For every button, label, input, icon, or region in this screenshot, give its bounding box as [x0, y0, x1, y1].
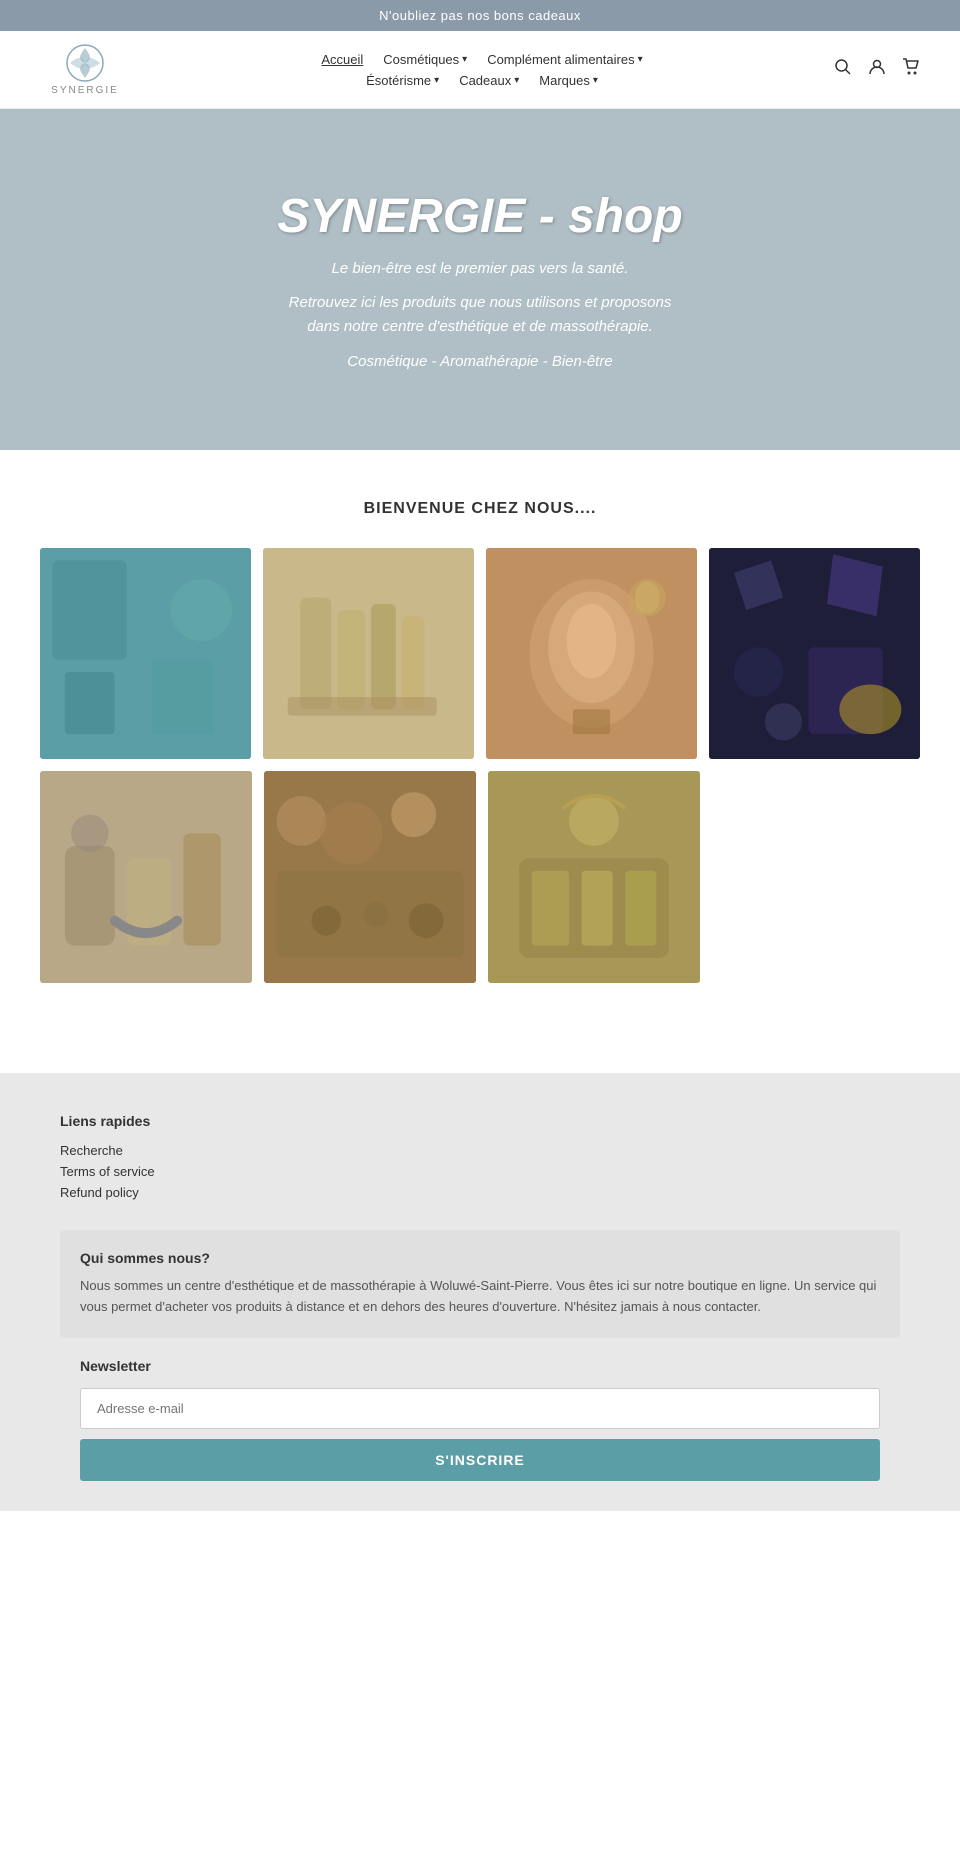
login-button[interactable]: [868, 58, 886, 81]
card-bain-bg: [40, 771, 252, 983]
card-produits-bg: [263, 548, 474, 759]
footer-links-section: Liens rapides Recherche Terms of service…: [60, 1113, 900, 1200]
hero-desc: Retrouvez ici les produits que nous util…: [289, 291, 672, 339]
banner-text: N'oubliez pas nos bons cadeaux: [379, 8, 581, 23]
footer-about: Qui sommes nous? Nous sommes un centre d…: [60, 1230, 900, 1338]
chevron-down-icon: ▾: [638, 54, 643, 65]
footer-link-recherche[interactable]: Recherche: [60, 1143, 900, 1158]
chevron-down-icon: ▾: [593, 75, 598, 86]
cart-button[interactable]: [902, 58, 920, 81]
product-grid-row1: Les bons cadeaux! Les produits: [40, 548, 920, 759]
user-icon: [868, 58, 886, 76]
footer-about-text: Nous sommes un centre d'esthétique et de…: [80, 1276, 880, 1318]
product-card-senteurs[interactable]: Senteurs: [488, 771, 700, 983]
card-decoration-bg: [486, 548, 697, 759]
chevron-down-icon: ▾: [514, 75, 519, 86]
logo-text: SYNERGIE: [51, 85, 119, 96]
nav-cadeaux[interactable]: Cadeaux ▾: [459, 73, 519, 88]
search-button[interactable]: [834, 58, 852, 81]
footer-link-refund[interactable]: Refund policy: [60, 1185, 900, 1200]
product-card-bain[interactable]: Bain - douche: [40, 771, 252, 983]
card-bons-bg: [40, 548, 251, 759]
nav-accueil[interactable]: Accueil: [321, 52, 363, 67]
nav-marques[interactable]: Marques ▾: [539, 73, 598, 88]
product-card-cadeaux[interactable]: Cadeaux: [709, 548, 920, 759]
newsletter-submit-button[interactable]: S'INSCRIRE: [80, 1439, 880, 1481]
footer-link-terms[interactable]: Terms of service: [60, 1164, 900, 1179]
product-grid-row2: Bain - douche Massage: [40, 771, 700, 983]
newsletter-email-input[interactable]: [80, 1388, 880, 1429]
main-nav: Accueil Cosmétiques ▾ Complément aliment…: [130, 52, 834, 88]
card-cadeaux-bg: [709, 548, 920, 759]
logo[interactable]: SYNERGIE: [40, 43, 130, 96]
hero-subtitle: Le bien-être est le premier pas vers la …: [332, 260, 629, 277]
section-title: BIENVENUE CHEZ NOUS....: [40, 500, 920, 518]
product-card-bons-cadeaux[interactable]: Les bons cadeaux!: [40, 548, 251, 759]
footer-about-title: Qui sommes nous?: [80, 1250, 880, 1266]
nav-complement[interactable]: Complément alimentaires ▾: [487, 52, 642, 67]
nav-row-1: Accueil Cosmétiques ▾ Complément aliment…: [321, 52, 642, 67]
top-banner: N'oubliez pas nos bons cadeaux: [0, 0, 960, 31]
logo-icon: [65, 43, 105, 83]
nav-row-2: Ésotérisme ▾ Cadeaux ▾ Marques ▾: [366, 73, 598, 88]
product-card-produits[interactable]: Les produits: [263, 548, 474, 759]
card-massage-bg: [264, 771, 476, 983]
chevron-down-icon: ▾: [462, 54, 467, 65]
hero-tagline: Cosmétique - Aromathérapie - Bien-être: [347, 353, 612, 370]
hero-title: SYNERGIE - shop: [277, 189, 682, 244]
product-card-massage[interactable]: Massage: [264, 771, 476, 983]
header-actions: [834, 58, 920, 81]
cart-icon: [902, 58, 920, 76]
newsletter-title: Newsletter: [80, 1358, 880, 1374]
product-card-decoration[interactable]: Décoration: [486, 548, 697, 759]
footer: Liens rapides Recherche Terms of service…: [0, 1073, 960, 1511]
nav-esoterisme[interactable]: Ésotérisme ▾: [366, 73, 439, 88]
main-content: BIENVENUE CHEZ NOUS.... Les bons cadeaux…: [0, 450, 960, 1013]
hero-section: SYNERGIE - shop Le bien-être est le prem…: [0, 109, 960, 450]
nav-cosmetiques[interactable]: Cosmétiques ▾: [383, 52, 467, 67]
footer-links-title: Liens rapides: [60, 1113, 900, 1129]
card-senteurs-bg: [488, 771, 700, 983]
chevron-down-icon: ▾: [434, 75, 439, 86]
header: SYNERGIE Accueil Cosmétiques ▾ Complémen…: [0, 31, 960, 109]
newsletter-section: Newsletter S'INSCRIRE: [60, 1358, 900, 1481]
search-icon: [834, 58, 852, 76]
